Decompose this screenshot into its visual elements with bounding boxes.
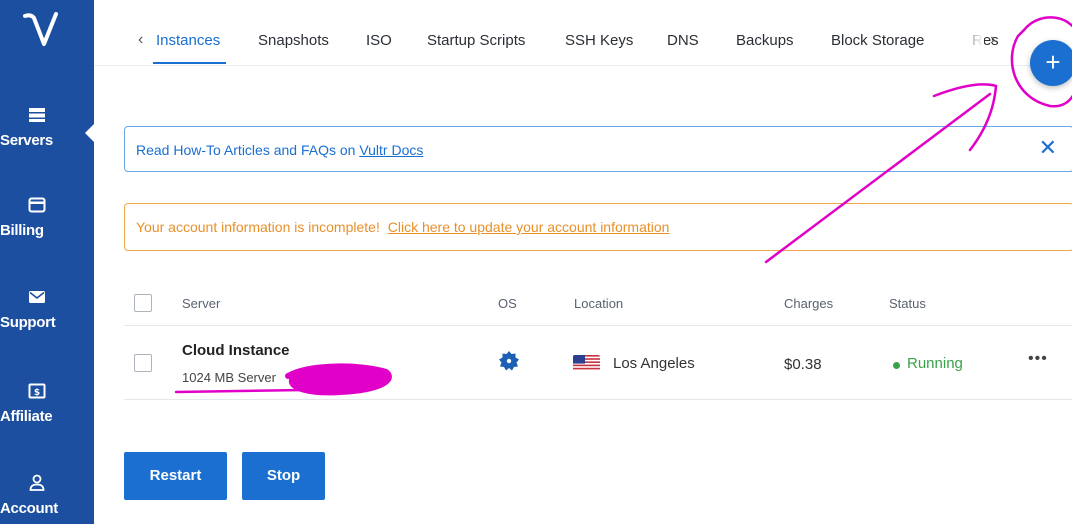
- sidebar-item-affiliate[interactable]: $ Affiliate: [0, 382, 94, 425]
- sidebar: Servers Billing Support $ Affiliate Acco…: [0, 0, 94, 524]
- column-header-status: Status: [889, 296, 926, 311]
- servers-icon: [29, 108, 45, 122]
- column-header-os: OS: [498, 296, 517, 311]
- sidebar-item-label: Affiliate: [0, 408, 53, 425]
- sidebar-item-label: Account: [0, 500, 58, 517]
- table-header: Server OS Location Charges Status: [124, 284, 1072, 326]
- row-checkbox[interactable]: [134, 354, 152, 372]
- sidebar-item-label: Support: [0, 314, 56, 331]
- active-tab-underline: [153, 62, 226, 64]
- column-header-charges: Charges: [784, 296, 834, 311]
- active-indicator: [85, 124, 94, 142]
- sidebar-item-servers[interactable]: Servers: [0, 106, 94, 149]
- more-options-icon[interactable]: •••: [1028, 350, 1048, 368]
- tab-backups[interactable]: Backups: [736, 32, 794, 49]
- tab-iso[interactable]: ISO: [366, 32, 392, 49]
- envelope-icon: [29, 291, 45, 303]
- server-location: Los Angeles: [613, 355, 695, 372]
- vultr-docs-link[interactable]: Vultr Docs: [359, 142, 423, 158]
- tab-bar: ‹ Instances Snapshots ISO Startup Script…: [94, 0, 1072, 66]
- server-name[interactable]: Cloud Instance: [182, 342, 290, 359]
- os-gear-icon: [499, 351, 519, 371]
- credit-card-icon: [28, 197, 46, 213]
- add-server-button[interactable]: +: [1030, 40, 1072, 86]
- tab-instances[interactable]: Instances: [156, 32, 220, 49]
- close-icon[interactable]: ✕: [1039, 137, 1057, 159]
- sidebar-item-label: Servers: [0, 132, 53, 149]
- docs-info-banner: Read How-To Articles and FAQs on Vultr D…: [124, 126, 1072, 172]
- restart-button[interactable]: Restart: [124, 452, 227, 500]
- tab-dns[interactable]: DNS: [667, 32, 699, 49]
- info-banner-text: Read How-To Articles and FAQs on Vultr D…: [136, 142, 424, 158]
- sidebar-item-billing[interactable]: Billing: [0, 196, 94, 239]
- tab-block-storage[interactable]: Block Storage: [831, 32, 924, 49]
- server-charges: $0.38: [784, 356, 822, 373]
- table-row[interactable]: Cloud Instance 1024 MB Server Los Angele…: [124, 326, 1072, 400]
- sidebar-item-label: Billing: [0, 222, 44, 239]
- stop-button[interactable]: Stop: [242, 452, 325, 500]
- dollar-icon: $: [28, 383, 46, 399]
- sidebar-item-support[interactable]: Support: [0, 288, 94, 331]
- sidebar-item-account[interactable]: Account: [0, 474, 94, 517]
- server-status: Running: [907, 355, 963, 372]
- select-all-checkbox[interactable]: [134, 294, 152, 312]
- server-plan: 1024 MB Server: [182, 370, 276, 385]
- status-dot-icon: [893, 362, 900, 369]
- tab-ssh-keys[interactable]: SSH Keys: [565, 32, 633, 49]
- annotation-overlay: [174, 16, 1072, 396]
- vultr-logo[interactable]: [22, 10, 62, 54]
- tab-startup-scripts[interactable]: Startup Scripts: [427, 32, 525, 49]
- warning-banner-text: Your account information is incomplete! …: [136, 219, 670, 235]
- column-header-server: Server: [182, 296, 221, 311]
- tab-fade: [954, 24, 984, 54]
- tab-snapshots[interactable]: Snapshots: [258, 32, 329, 49]
- chevron-left-icon[interactable]: ‹: [138, 31, 143, 49]
- us-flag-icon: [573, 355, 600, 371]
- user-icon: [29, 474, 45, 491]
- account-warning-banner: Your account information is incomplete! …: [124, 203, 1072, 251]
- update-account-link[interactable]: Click here to update your account inform…: [388, 219, 670, 235]
- chevron-right-icon[interactable]: ›: [990, 31, 995, 49]
- column-header-location: Location: [574, 296, 624, 311]
- svg-text:$: $: [34, 388, 40, 398]
